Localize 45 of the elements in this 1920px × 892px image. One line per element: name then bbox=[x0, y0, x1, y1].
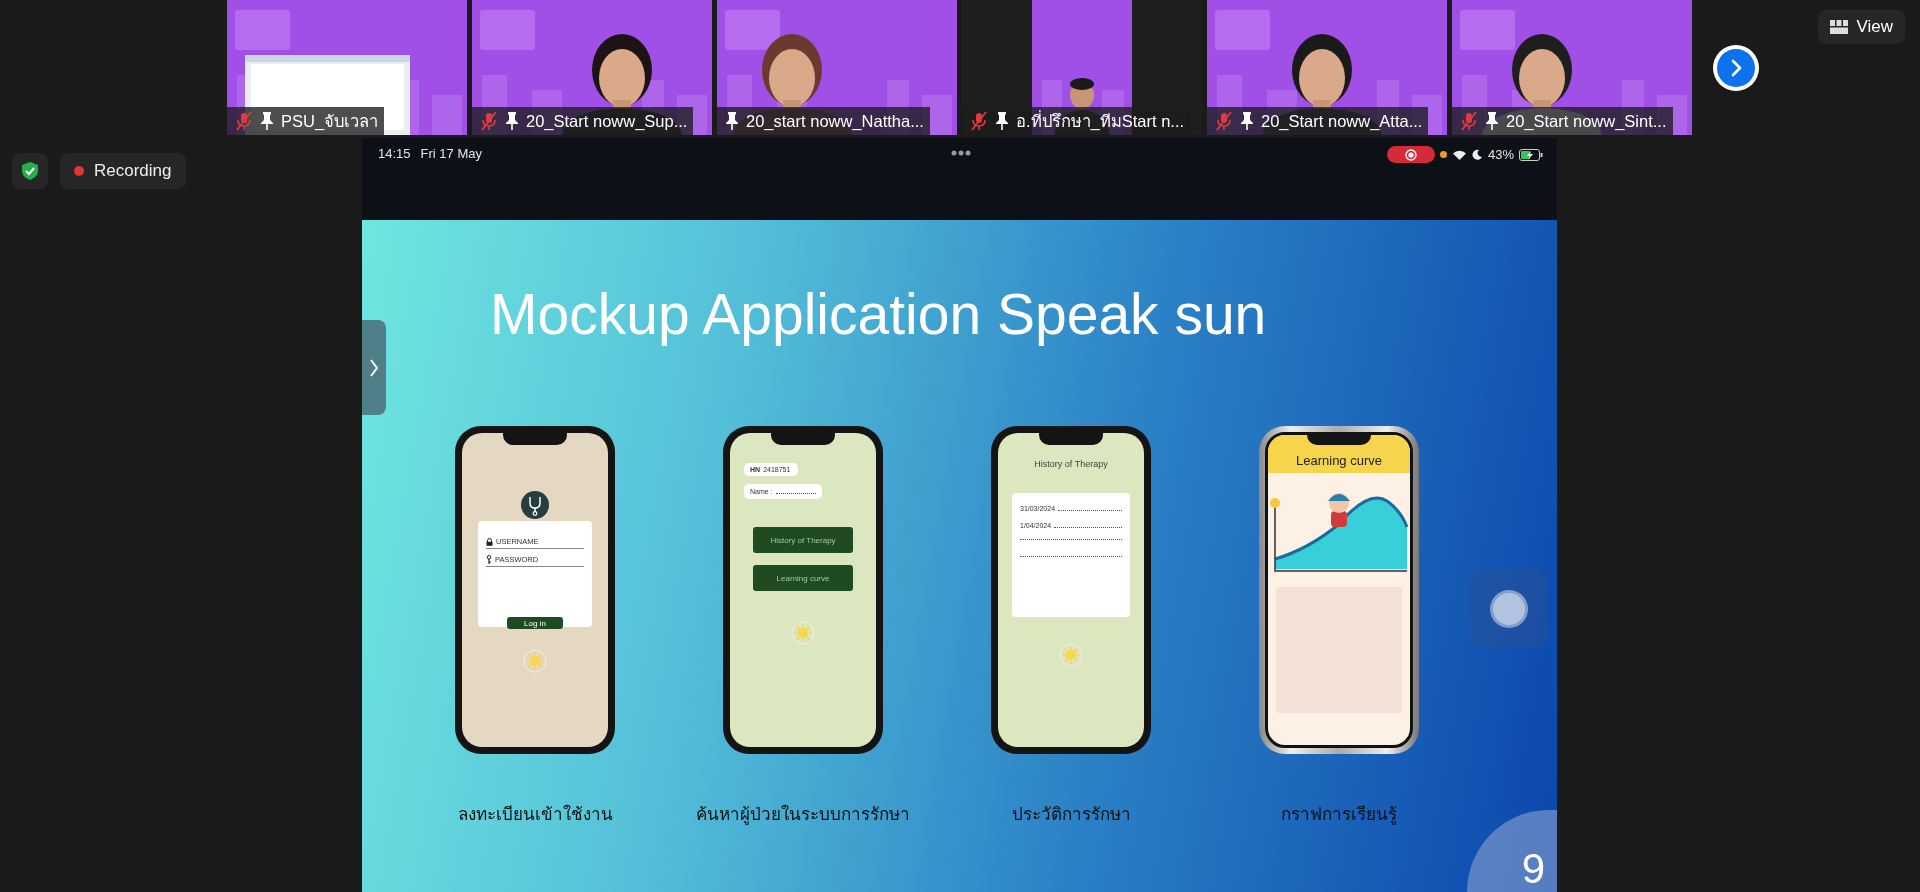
participant-name: 20_Start noww_Sup... bbox=[526, 111, 688, 131]
menu-button[interactable]: History of Therapy bbox=[753, 527, 853, 554]
screen-title: History of Therapy bbox=[1034, 459, 1108, 470]
view-button[interactable]: View bbox=[1818, 10, 1905, 44]
shield-check-icon bbox=[21, 161, 39, 181]
menu-button[interactable]: Learning curve bbox=[753, 565, 853, 592]
screen-caption: ค้นหาผู้ป่วยในระบบการรักษา bbox=[696, 803, 910, 827]
side-tab[interactable] bbox=[362, 320, 386, 415]
sun-icon bbox=[1059, 643, 1083, 668]
next-page-button[interactable] bbox=[1713, 45, 1759, 91]
moon-icon bbox=[1471, 149, 1483, 160]
screen-caption: ลงทะเบียนเข้าใช้งาน bbox=[457, 803, 613, 827]
page-number: 9 bbox=[1521, 848, 1545, 892]
screen-record-icon[interactable] bbox=[1386, 146, 1435, 163]
phone-notch bbox=[503, 433, 567, 446]
slide-title: Mockup Application Speak sun bbox=[490, 282, 1267, 346]
participant-name: 20_Start noww_Atta... bbox=[1261, 111, 1423, 131]
screen-caption: กราฟการเรียนรู้ bbox=[1281, 804, 1397, 827]
key-icon bbox=[486, 555, 492, 565]
record-icon bbox=[1404, 148, 1417, 161]
battery-percent: 43% bbox=[1487, 147, 1514, 162]
login-button[interactable]: Log in bbox=[507, 617, 563, 630]
battery-charging-icon bbox=[1519, 148, 1543, 161]
more-dots-icon[interactable] bbox=[950, 150, 971, 156]
participant-name: อ.ที่ปรึกษา_ทีมStart n... bbox=[1016, 109, 1185, 132]
phone-notch bbox=[1039, 433, 1103, 446]
lock-icon bbox=[486, 537, 493, 546]
status-time: 14:15 bbox=[378, 146, 411, 161]
sun-icon bbox=[523, 649, 547, 674]
phone-notch bbox=[771, 433, 835, 446]
assistive-touch-button[interactable] bbox=[1470, 570, 1548, 648]
participant-name: 20_Start noww_Sint... bbox=[1506, 111, 1667, 131]
participant-name: 20_start noww_Nattha... bbox=[746, 111, 924, 131]
status-date: Fri 17 May bbox=[420, 146, 482, 161]
security-button[interactable] bbox=[12, 153, 48, 189]
screen-caption: ประวัติการรักษา bbox=[1011, 804, 1131, 827]
record-dot-icon bbox=[74, 166, 84, 176]
chevron-right-icon bbox=[369, 357, 379, 378]
sun-icon bbox=[791, 621, 815, 646]
privacy-indicator-dot bbox=[1439, 151, 1447, 158]
stethoscope-icon bbox=[521, 491, 549, 520]
participant-name: PSU_จับเวลา bbox=[281, 111, 379, 132]
wifi-icon bbox=[1451, 148, 1467, 161]
recording-label: Recording bbox=[94, 161, 172, 181]
grid-view-icon bbox=[1830, 20, 1849, 34]
